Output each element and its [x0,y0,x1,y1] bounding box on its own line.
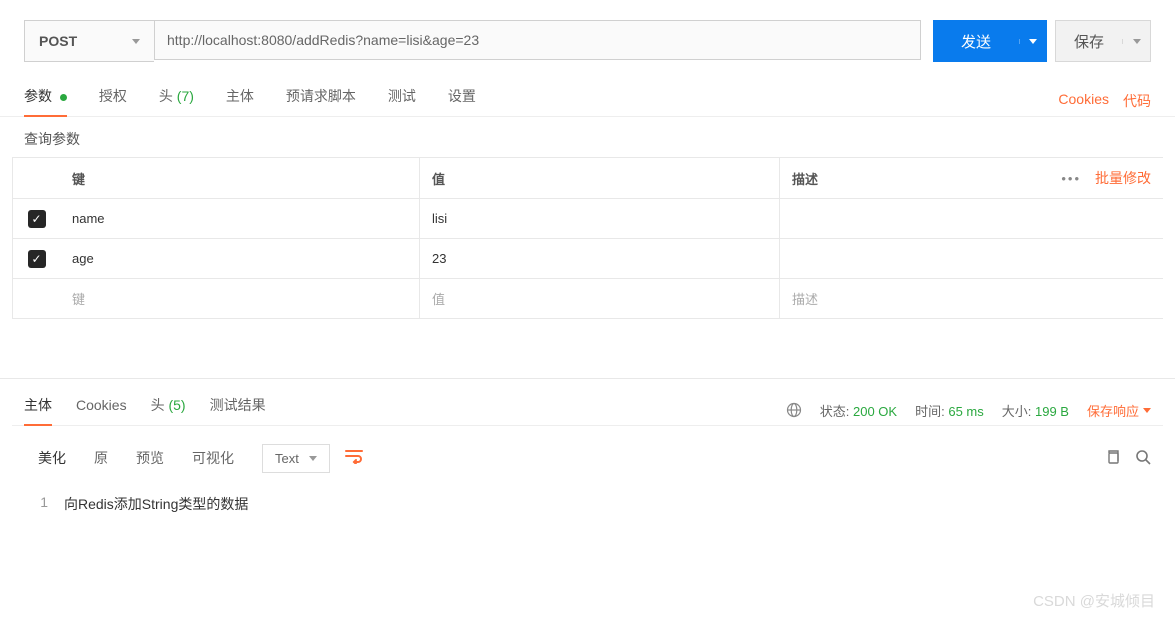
raw-button[interactable]: 原 [80,440,122,476]
tab-tests[interactable]: 测试 [388,86,416,116]
format-select[interactable]: Text [262,444,330,473]
send-dropdown[interactable] [1019,39,1047,44]
copy-icon[interactable] [1105,449,1121,468]
wrap-icon[interactable] [344,448,364,469]
method-select[interactable]: POST [24,20,154,62]
chevron-down-icon [1133,39,1141,44]
code-link[interactable]: 代码 [1123,91,1151,111]
chevron-down-icon [1029,39,1037,44]
save-response-button[interactable]: 保存响应 [1087,401,1151,420]
response-tabs: 主体 Cookies 头 (5) 测试结果 状态: 200 OK 时间: 65 … [0,379,1175,425]
pretty-button[interactable]: 美化 [24,440,80,476]
request-tabs: 参数 授权 头 (7) 主体 预请求脚本 测试 设置 Cookies 代码 [0,74,1175,117]
param-value[interactable]: 23 [420,239,780,278]
globe-icon[interactable] [786,402,802,418]
response-body[interactable]: 1 向Redis添加String类型的数据 [0,490,1175,518]
method-label: POST [39,33,77,49]
table-header: 键 值 描述 ••• 批量修改 [12,158,1163,199]
chevron-down-icon [309,456,317,461]
param-desc-input[interactable]: 描述 [780,279,1163,318]
tab-body[interactable]: 主体 [226,86,254,116]
save-button[interactable]: 保存 [1055,20,1151,62]
param-value[interactable]: lisi [420,199,780,238]
table-row-new: 键 值 描述 [12,279,1163,319]
table-row: ✓ name lisi [12,199,1163,239]
active-dot-icon [60,94,67,101]
tab-auth[interactable]: 授权 [99,86,127,116]
tab-headers[interactable]: 头 (7) [159,86,194,116]
bulk-edit-link[interactable]: 批量修改 [1095,168,1151,188]
tab-prerequest[interactable]: 预请求脚本 [286,86,356,116]
response-line: 向Redis添加String类型的数据 [64,494,248,514]
line-number: 1 [24,494,64,514]
cookies-link[interactable]: Cookies [1058,91,1109,111]
param-desc[interactable] [780,239,1163,278]
param-key[interactable]: age [60,239,420,278]
more-icon[interactable]: ••• [1061,171,1081,186]
row-checkbox[interactable]: ✓ [28,250,46,268]
tab-params[interactable]: 参数 [24,86,67,116]
param-value-input[interactable]: 值 [420,279,780,318]
preview-button[interactable]: 预览 [122,440,178,476]
param-key-input[interactable]: 键 [60,279,420,318]
query-params-title: 查询参数 [0,117,1175,157]
save-dropdown[interactable] [1122,39,1150,44]
param-key[interactable]: name [60,199,420,238]
col-desc: 描述 ••• 批量修改 [780,158,1163,198]
size-label: 大小: 199 B [1002,401,1069,420]
time-label: 时间: 65 ms [915,401,984,420]
visualize-button[interactable]: 可视化 [178,440,248,476]
col-key: 键 [60,158,420,198]
chevron-down-icon [1143,408,1151,413]
tab-settings[interactable]: 设置 [448,86,476,116]
search-icon[interactable] [1135,449,1151,468]
rtab-headers[interactable]: 头 (5) [151,395,186,425]
params-table: 键 值 描述 ••• 批量修改 ✓ name lisi ✓ age 23 键 值… [12,157,1163,319]
rtab-cookies[interactable]: Cookies [76,397,127,423]
rtab-body[interactable]: 主体 [24,395,52,425]
table-row: ✓ age 23 [12,239,1163,279]
send-button[interactable]: 发送 [933,20,1047,62]
param-desc[interactable] [780,199,1163,238]
chevron-down-icon [132,39,140,44]
url-input[interactable]: http://localhost:8080/addRedis?name=lisi… [154,20,921,60]
status-label: 状态: 200 OK [820,401,897,420]
watermark: CSDN @安城倾目 [1033,590,1155,611]
response-toolbar: 美化 原 预览 可视化 Text [0,426,1175,490]
row-checkbox[interactable]: ✓ [28,210,46,228]
col-value: 值 [420,158,780,198]
rtab-tests[interactable]: 测试结果 [210,395,266,425]
